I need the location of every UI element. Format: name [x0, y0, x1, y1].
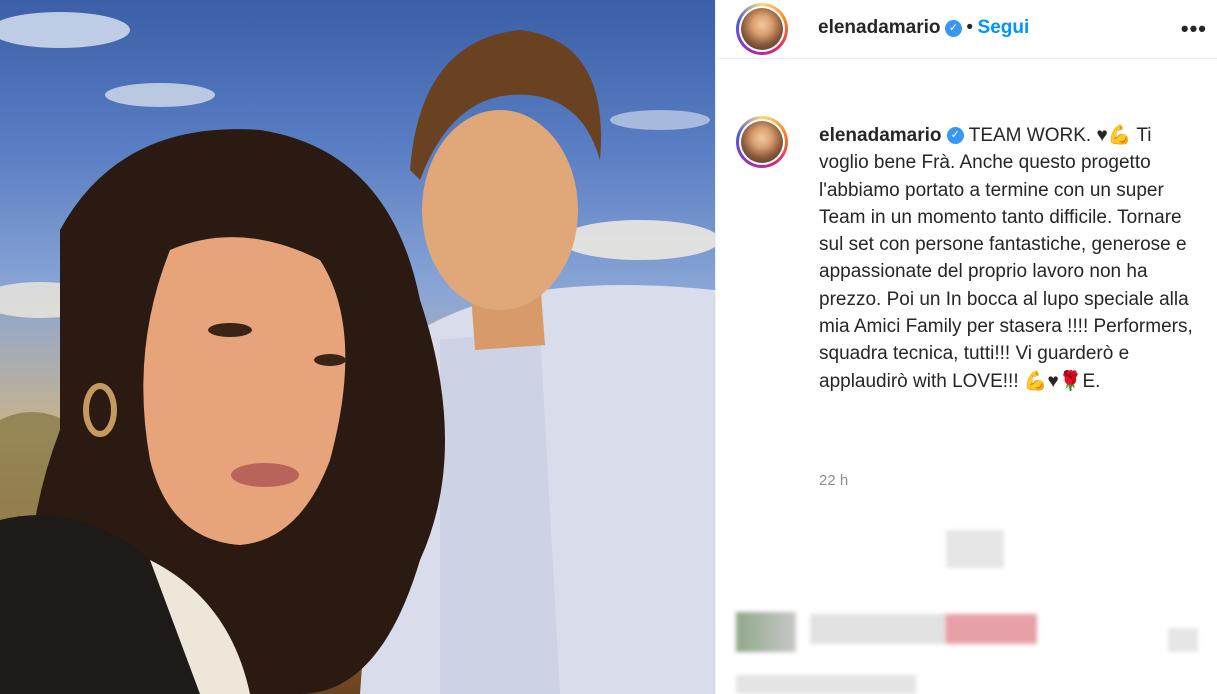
avatar[interactable]: [736, 3, 788, 55]
post-photo-illustration: [0, 12, 715, 694]
post-caption: elenadamario ✓ TEAM WORK. ♥💪 Ti voglio b…: [819, 122, 1199, 395]
redacted-text: [810, 614, 945, 644]
follow-button[interactable]: Segui: [978, 17, 1030, 38]
separator-dot: •: [966, 17, 974, 38]
redacted-block: [946, 530, 1004, 568]
caption-username[interactable]: elenadamario: [819, 125, 942, 146]
verified-badge-icon: ✓: [946, 127, 964, 145]
caption-avatar[interactable]: [736, 116, 788, 168]
redacted-text: [945, 614, 1037, 644]
post-side-panel: elenadamario ✓ • Segui ••• elenadamario …: [716, 0, 1217, 694]
redacted-icon: [1168, 628, 1198, 652]
caption-text: TEAM WORK. ♥💪 Ti voglio bene Frà. Anche …: [819, 125, 1193, 392]
redacted-avatar: [736, 612, 796, 652]
post-photo[interactable]: [0, 0, 715, 694]
post-header: elenadamario ✓ • Segui •••: [716, 0, 1217, 59]
more-options-icon[interactable]: •••: [1181, 16, 1207, 42]
header-user-line: elenadamario ✓ • Segui: [818, 17, 1029, 39]
header-username[interactable]: elenadamario: [818, 17, 941, 38]
post-timestamp[interactable]: 22 h: [819, 472, 848, 489]
verified-badge-icon: ✓: [944, 20, 962, 38]
redacted-text: [736, 675, 916, 694]
